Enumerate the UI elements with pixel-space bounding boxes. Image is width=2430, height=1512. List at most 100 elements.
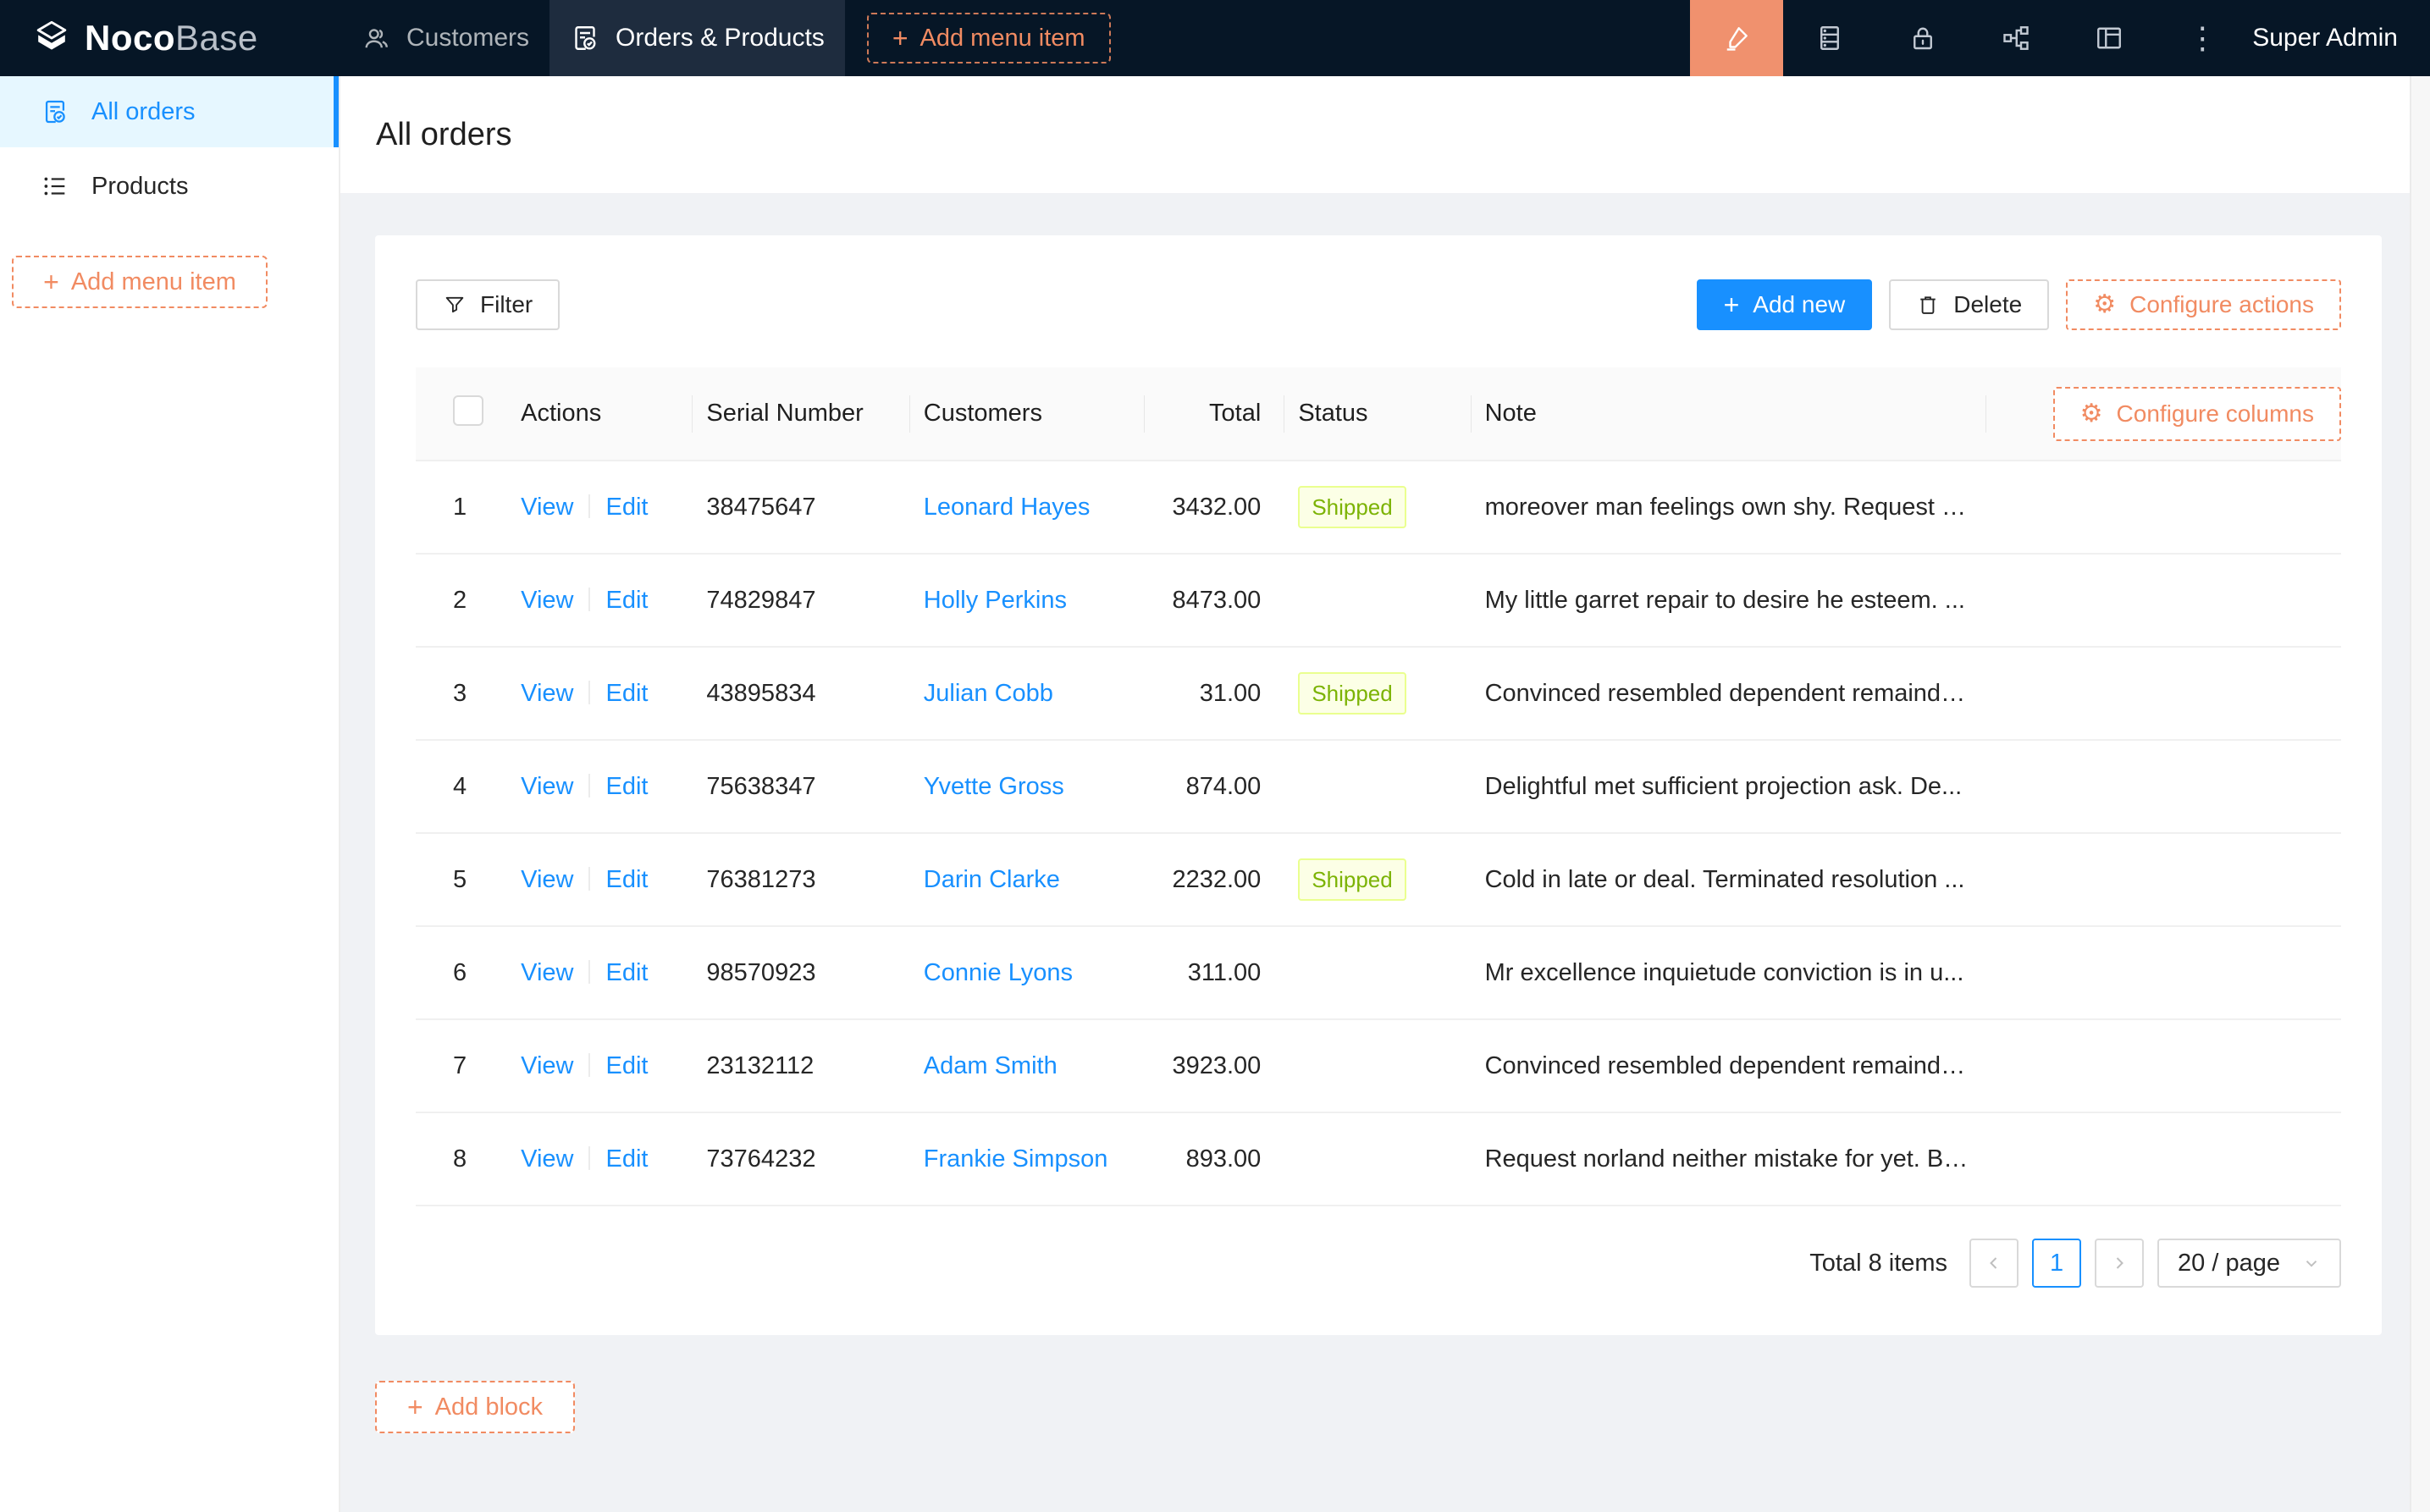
cell-row-index: 6 [416, 926, 507, 1019]
workflow-button[interactable] [1969, 0, 2063, 76]
tab-label: Customers [406, 24, 529, 52]
sidebar-item-all-orders[interactable]: All orders [0, 76, 339, 147]
next-page-button[interactable] [2095, 1239, 2144, 1288]
cell-total: 3432.00 [1145, 461, 1284, 554]
topbar-actions: ⋮ Super Admin [1690, 0, 2430, 76]
cell-serial-number: 98570923 [693, 926, 909, 1019]
previous-page-button[interactable] [1969, 1239, 2019, 1288]
cell-spacer [1986, 740, 2341, 833]
cell-total: 311.00 [1145, 926, 1284, 1019]
edit-link[interactable]: Edit [605, 1145, 648, 1173]
edit-link[interactable]: Edit [605, 773, 648, 800]
layout-icon [2094, 23, 2124, 53]
tab-orders-products[interactable]: Orders & Products [550, 0, 845, 76]
more-button[interactable]: ⋮ [2156, 0, 2249, 76]
customer-link[interactable]: Yvette Gross [924, 773, 1064, 800]
edit-link[interactable]: Edit [605, 959, 648, 986]
cell-status [1284, 1019, 1471, 1112]
delete-button[interactable]: Delete [1889, 279, 2049, 330]
orders-table-block: Filter + Add new Delete ⚙ Configure acti… [375, 235, 2382, 1335]
customer-link[interactable]: Adam Smith [924, 1052, 1058, 1079]
view-link[interactable]: View [521, 959, 573, 986]
current-user[interactable]: Super Admin [2252, 24, 2398, 52]
customer-link[interactable]: Frankie Simpson [924, 1145, 1108, 1173]
edit-link[interactable]: Edit [605, 680, 648, 707]
cell-row-index: 5 [416, 833, 507, 926]
add-block-label: Add block [435, 1393, 543, 1421]
add-new-label: Add new [1753, 291, 1845, 318]
table-toolbar: Filter + Add new Delete ⚙ Configure acti… [416, 279, 2341, 330]
column-header-actions: Actions [507, 367, 693, 461]
customer-link[interactable]: Julian Cobb [924, 680, 1053, 707]
filter-button[interactable]: Filter [416, 279, 560, 330]
cell-status [1284, 740, 1471, 833]
select-all-checkbox[interactable] [453, 395, 483, 426]
edit-link[interactable]: Edit [605, 494, 648, 521]
view-link[interactable]: View [521, 680, 573, 707]
view-link[interactable]: View [521, 494, 573, 521]
cell-customer: Yvette Gross [910, 740, 1145, 833]
cell-spacer [1986, 647, 2341, 740]
cell-serial-number: 74829847 [693, 554, 909, 647]
cell-total: 31.00 [1145, 647, 1284, 740]
tab-label: Orders & Products [616, 24, 825, 52]
add-new-button[interactable]: + Add new [1697, 279, 1873, 330]
list-icon [41, 172, 69, 201]
edit-link[interactable]: Edit [605, 587, 648, 614]
plus-icon: + [1724, 291, 1740, 318]
cell-serial-number: 23132112 [693, 1019, 909, 1112]
customer-link[interactable]: Connie Lyons [924, 959, 1073, 986]
highlighter-icon [1721, 23, 1752, 53]
table-header-row: Actions Serial Number Customers Total St… [416, 367, 2341, 461]
add-menu-item-label: Add menu item [920, 25, 1085, 52]
page-size-value: 20 / page [2178, 1250, 2280, 1277]
cell-serial-number: 43895834 [693, 647, 909, 740]
configure-columns-button[interactable]: ⚙ Configure columns [2053, 387, 2341, 441]
cell-spacer [1986, 833, 2341, 926]
edit-link[interactable]: Edit [605, 1052, 648, 1079]
action-divider [588, 1053, 590, 1077]
view-link[interactable]: View [521, 1145, 573, 1173]
pagination: Total 8 items 1 20 / page [416, 1239, 2341, 1288]
database-button[interactable] [1783, 0, 1876, 76]
toolbar-right-group: + Add new Delete ⚙ Configure actions [1697, 279, 2341, 330]
customer-link[interactable]: Leonard Hayes [924, 494, 1091, 521]
cell-row-index: 3 [416, 647, 507, 740]
cell-total: 3923.00 [1145, 1019, 1284, 1112]
cell-row-index: 2 [416, 554, 507, 647]
view-link[interactable]: View [521, 1052, 573, 1079]
view-link[interactable]: View [521, 773, 573, 800]
page-size-select[interactable]: 20 / page [2157, 1239, 2341, 1288]
page-scrollbar[interactable] [2410, 76, 2430, 1512]
column-header-total: Total [1145, 367, 1284, 461]
view-link[interactable]: View [521, 866, 573, 893]
layout-button[interactable] [2063, 0, 2156, 76]
customer-link[interactable]: Holly Perkins [924, 587, 1067, 614]
action-divider [588, 867, 590, 891]
configure-actions-button[interactable]: ⚙ Configure actions [2066, 279, 2341, 330]
add-menu-item-label: Add menu item [71, 268, 236, 296]
add-menu-item-sidebar-button[interactable]: + Add menu item [12, 256, 268, 308]
plus-icon: + [892, 25, 908, 52]
permissions-button[interactable] [1876, 0, 1969, 76]
page-number-1[interactable]: 1 [2032, 1239, 2081, 1288]
cell-row-index: 7 [416, 1019, 507, 1112]
view-link[interactable]: View [521, 587, 573, 614]
table-row: 6 ViewEdit 98570923 Connie Lyons 311.00 … [416, 926, 2341, 1019]
add-block-button[interactable]: + Add block [375, 1381, 575, 1433]
cell-customer: Julian Cobb [910, 647, 1145, 740]
add-menu-item-topbar-button[interactable]: + Add menu item [867, 13, 1111, 63]
ui-editor-toggle[interactable] [1690, 0, 1783, 76]
edit-link[interactable]: Edit [605, 866, 648, 893]
cell-customer: Adam Smith [910, 1019, 1145, 1112]
customer-link[interactable]: Darin Clarke [924, 866, 1060, 893]
cell-status [1284, 1112, 1471, 1206]
cell-total: 893.00 [1145, 1112, 1284, 1206]
status-tag: Shipped [1298, 672, 1406, 715]
cell-actions: View Edit [507, 926, 693, 1019]
table-row: 8 ViewEdit 73764232 Frankie Simpson 893.… [416, 1112, 2341, 1206]
tab-customers[interactable]: Customers [340, 0, 550, 76]
sidebar-item-products[interactable]: Products [0, 151, 339, 222]
gear-icon: ⚙ [2093, 292, 2116, 317]
action-divider [588, 681, 590, 704]
